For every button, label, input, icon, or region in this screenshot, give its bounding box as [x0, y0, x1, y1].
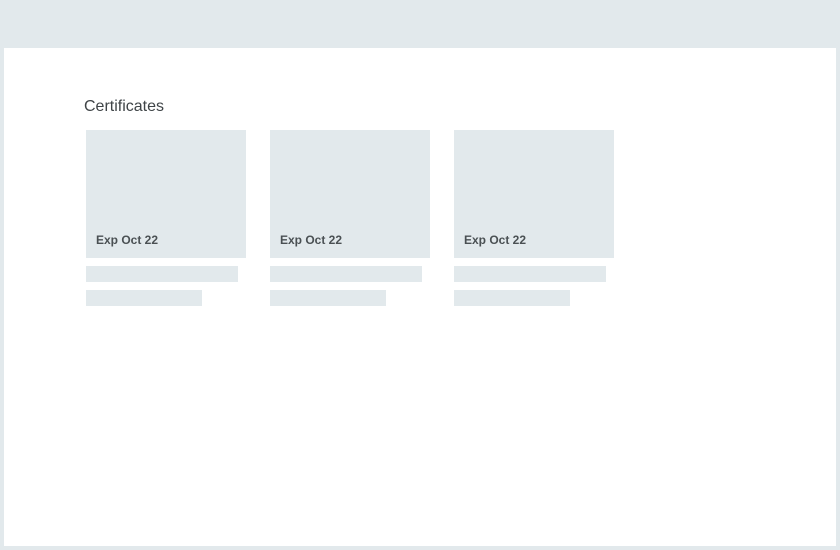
- skeleton-title-line: [454, 266, 606, 282]
- skeleton-subtitle-line: [270, 290, 386, 306]
- skeleton-subtitle-line: [86, 290, 202, 306]
- skeleton-title-line: [86, 266, 238, 282]
- certificate-expiry: Exp Oct 22: [464, 233, 527, 247]
- top-bar: [0, 0, 840, 48]
- skeleton-title-line: [270, 266, 422, 282]
- certificate-expiry: Exp Oct 22: [280, 233, 343, 247]
- certificate-card[interactable]: Exp Oct 22: [454, 130, 614, 306]
- skeleton-subtitle-line: [454, 290, 570, 306]
- certificate-expiry: Exp Oct 22: [96, 233, 159, 247]
- certificate-card[interactable]: Exp Oct 22: [86, 130, 246, 306]
- certificate-card[interactable]: Exp Oct 22: [270, 130, 430, 306]
- main-panel: Certificates Exp Oct 22 Exp Oct 22 Exp O…: [4, 48, 836, 546]
- section-title: Certificates: [84, 98, 165, 115]
